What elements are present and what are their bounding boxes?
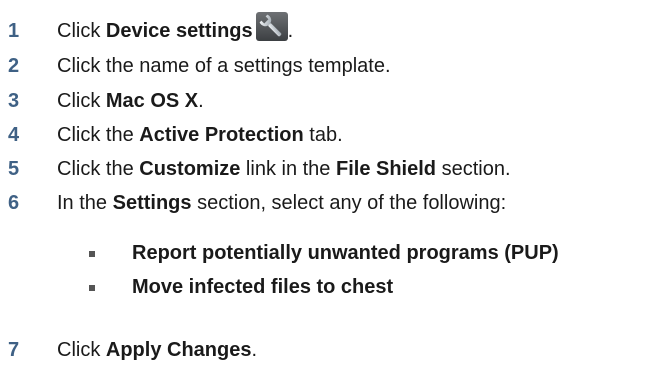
step-text: In the Settings section, select any of t… <box>57 186 506 220</box>
step-text-suffix: . <box>198 90 204 112</box>
step-text: Click the name of a settings template. <box>57 55 391 77</box>
step-text-suffix: section, select any of the following: <box>191 192 507 214</box>
step-text: Click the Customize link in the File Shi… <box>57 152 511 186</box>
option-label: Move infected files to chest <box>132 276 394 298</box>
bullet-square <box>89 285 95 291</box>
step-number: 6 <box>8 192 20 214</box>
step-text-prefix: In the <box>57 192 113 214</box>
option-label: Report potentially unwanted programs (PU… <box>132 242 559 264</box>
step-text-suffix: section. <box>436 158 511 180</box>
ui-term-file-shield: File Shield <box>335 158 437 180</box>
step-text: Click Apply Changes. <box>57 333 257 367</box>
ui-term-customize: Customize <box>139 158 241 180</box>
step-text-prefix: Click the <box>57 124 140 146</box>
bullet-square <box>89 251 95 257</box>
ui-term-mac-os-x: Mac OS X <box>105 90 199 112</box>
step-number: 2 <box>8 55 20 77</box>
step-text-middle: link in the <box>240 158 336 180</box>
step-text: Click the Active Protection tab. <box>57 118 343 152</box>
step-text: Click Device settings . <box>57 12 294 48</box>
ui-term-active-protection: Active Protection <box>139 124 304 146</box>
step-text-suffix: . <box>251 339 258 361</box>
ui-term-apply-changes: Apply Changes <box>105 339 252 361</box>
step-number: 7 <box>8 339 20 361</box>
step-text-suffix: . <box>287 20 294 42</box>
wrench-icon <box>255 12 288 41</box>
step-text-prefix: Click <box>57 20 106 42</box>
step-text: Click Mac OS X. <box>57 84 204 118</box>
step-text-prefix: Click <box>57 339 106 361</box>
step-number: 5 <box>8 158 20 180</box>
step-text-prefix: Click the <box>57 158 140 180</box>
ui-term-settings: Settings <box>112 192 192 214</box>
ui-term-device-settings: Device settings <box>105 20 253 42</box>
step-text-prefix: Click <box>57 90 106 112</box>
step-number: 1 <box>8 20 20 42</box>
step-text-suffix: tab. <box>303 124 343 146</box>
step-number: 4 <box>8 124 20 146</box>
step-number: 3 <box>8 90 20 112</box>
